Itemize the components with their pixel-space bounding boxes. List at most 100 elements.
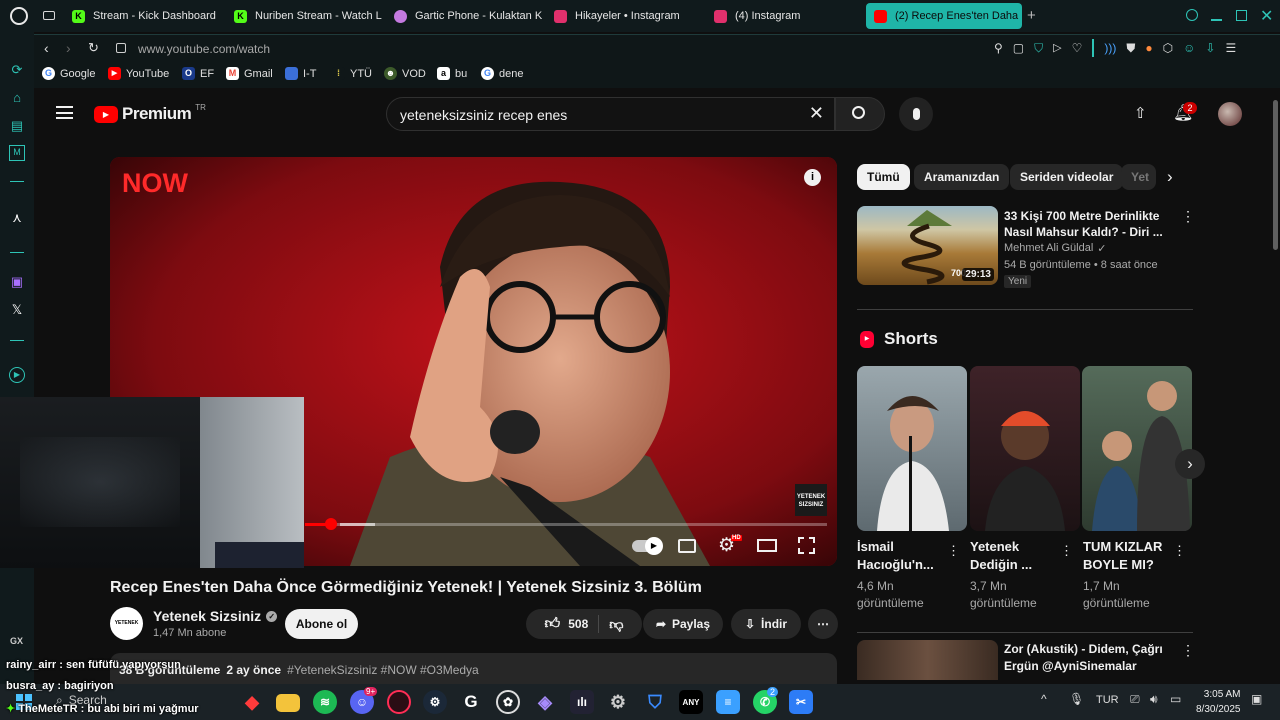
progress-track[interactable] [305,518,827,530]
menu-icon[interactable]: ☰ [1225,41,1236,57]
wifi-icon[interactable]: ))) [1104,41,1116,57]
ayni-app-icon[interactable]: ANY [679,690,703,714]
clear-search-icon[interactable]: ✕ [809,103,824,124]
bookmark-vod[interactable]: ☻ VOD [384,67,426,80]
snapshot-icon[interactable]: ▢ [1013,41,1024,57]
notepad-icon[interactable]: ≡ [716,690,740,714]
bookmark-google[interactable]: G Google [42,67,95,80]
twitch-icon[interactable]: ▣ [9,274,25,290]
url-field[interactable]: www.youtube.com/watch [138,42,270,56]
fullscreen-icon[interactable] [798,537,815,554]
tray-volume-icon[interactable]: 🔊︎ [1150,692,1158,707]
app-diamond-icon[interactable]: ◆ [240,690,264,714]
download-icon[interactable]: ⇩ [1205,41,1215,57]
pin-icon[interactable]: ⚲ [994,41,1003,57]
chip-partial[interactable]: Yet [1121,164,1156,190]
steam-icon[interactable]: ⚙ [423,690,447,714]
app-purple-icon[interactable]: ◈ [533,690,557,714]
puzzle-icon[interactable]: ⬡ [1163,41,1173,57]
clock[interactable]: 3:05 AM 8/30/2025 [1196,687,1241,717]
tray-mic-icon[interactable]: 🎙︎ [1069,692,1084,706]
settings-icon[interactable]: ⚙ [606,690,630,714]
file-explorer-icon[interactable] [276,694,300,712]
opera-gx-icon[interactable] [387,690,411,714]
rec-more-icon[interactable]: ⋮ [1181,208,1195,225]
notification-center-icon[interactable]: ▣ [1251,692,1262,706]
x-twitter-icon[interactable]: 𝕏 [9,302,25,318]
rec-thumbnail[interactable] [857,640,998,680]
bookmark-ef[interactable]: O EF [182,67,214,80]
short-more-icon[interactable]: ⋮ [947,543,960,559]
tray-network-icon[interactable]: ⎚ [1130,692,1140,707]
short-thumbnail[interactable] [1082,366,1192,531]
scrollbar-thumb[interactable] [1273,100,1278,250]
aria-icon[interactable]: ⟳ [9,62,25,78]
tab-overview-icon[interactable] [43,11,55,20]
workspace-icon[interactable]: ⌂ [9,90,25,106]
subtitles-icon[interactable] [678,539,696,553]
rec-thumbnail[interactable]: 700 29:13 [857,206,998,285]
avatar[interactable] [1218,102,1242,126]
bookmark-it[interactable]: I-T [285,67,316,80]
rec-more-icon[interactable]: ⋮ [1181,642,1195,659]
new-tab-button[interactable]: + [1027,7,1036,24]
youtube-logo[interactable]: ▶ Premium TR [94,103,206,124]
autoplay-toggle[interactable]: ▶ [632,537,663,555]
short-more-icon[interactable]: ⋮ [1060,543,1073,559]
short-thumbnail[interactable] [970,366,1080,531]
spotify-icon[interactable]: ≋ [313,690,337,714]
ticker-icon[interactable]: ▤ [9,118,25,134]
adblock-icon[interactable]: ⛊ [1126,41,1135,57]
progress-scrubber[interactable] [325,518,338,530]
tab-nuriben-stream[interactable]: K Nuriben Stream - Watch L [226,3,384,29]
search-box[interactable]: yeteneksizsiniz recep enes ✕ [386,97,835,131]
reload-button[interactable]: ↻ [88,40,99,56]
chatgpt-icon[interactable]: ✿ [496,690,520,714]
snipping-tool-icon[interactable]: ✂ [789,690,813,714]
short-title[interactable]: TUM KIZLAR BOYLE MI? [1083,538,1162,574]
short-thumbnail[interactable] [857,366,967,531]
tray-chevron-icon[interactable]: ^ [1041,692,1047,706]
language-indicator[interactable]: TUR [1096,694,1119,706]
chips-next-chevron-icon[interactable]: › [1167,167,1173,187]
description-hashtags[interactable]: #YetenekSizsiniz #NOW #O3Medya [287,663,479,677]
video-info-icon[interactable]: i [804,169,821,186]
kick-app-icon[interactable]: ⋏ [9,210,25,226]
bookmark-ytu[interactable]: ⁞ YTÜ [332,67,372,80]
download-button[interactable]: ⇩ İndir [731,609,801,639]
search-input[interactable]: yeteneksizsiniz recep enes [400,107,567,123]
channel-name[interactable]: Yetenek Sizsiniz ✓ [153,608,278,624]
tab-gartic-phone[interactable]: Gartic Phone - Kulaktan K [386,3,544,29]
share-button[interactable]: ➦ Paylaş [643,609,723,639]
tab-youtube-active[interactable]: (2) Recep Enes'ten Daha [866,3,1022,29]
search-button[interactable] [835,97,885,131]
channel-avatar[interactable]: YETENEK [110,607,143,640]
opera-logo-icon[interactable] [10,7,28,25]
chip-series-videos[interactable]: Seriden videolar [1010,164,1124,190]
forward-button[interactable]: › [66,40,71,56]
heart-icon[interactable]: ♡ [1072,41,1083,57]
tab-instagram-stories[interactable]: Hikayeler • Instagram [546,3,704,29]
voice-search-button[interactable] [899,97,933,131]
like-button[interactable]: 👍︎ 508 [545,615,600,633]
short-more-icon[interactable]: ⋮ [1173,543,1186,559]
rec-title[interactable]: 33 Kişi 700 Metre Derinlikte Nasıl Mahsu… [1004,208,1163,240]
tray-battery-icon[interactable]: ▭ [1170,692,1181,706]
more-actions-button[interactable]: ⋯ [808,609,838,639]
chip-from-search[interactable]: Aramanızdan [914,164,1010,190]
account-icon[interactable]: ☺ [1183,41,1195,57]
short-title[interactable]: İsmail Hacıoğlu'n... [857,538,934,574]
tab-instagram[interactable]: (4) Instagram [706,3,864,29]
theater-mode-icon[interactable] [757,539,777,552]
back-button[interactable]: ‹ [44,40,49,56]
bookmark-gmail[interactable]: M Gmail [226,67,273,80]
dislike-button[interactable]: 👎︎ [599,616,623,633]
chip-all[interactable]: Tümü [857,164,910,190]
rec-title[interactable]: Zor (Akustik) - Didem, Çağrı Ergün @AyniS… [1004,641,1163,675]
bookmark-youtube[interactable]: ▶ YouTube [108,67,169,80]
player-icon[interactable]: ▶ [9,367,25,383]
ghub-icon[interactable]: G [459,690,483,714]
hamburger-menu-icon[interactable] [56,106,73,119]
bookmark-bu[interactable]: a bu [437,67,467,80]
rec-channel[interactable]: Mehmet Ali Güldal ✓ [1004,242,1106,255]
